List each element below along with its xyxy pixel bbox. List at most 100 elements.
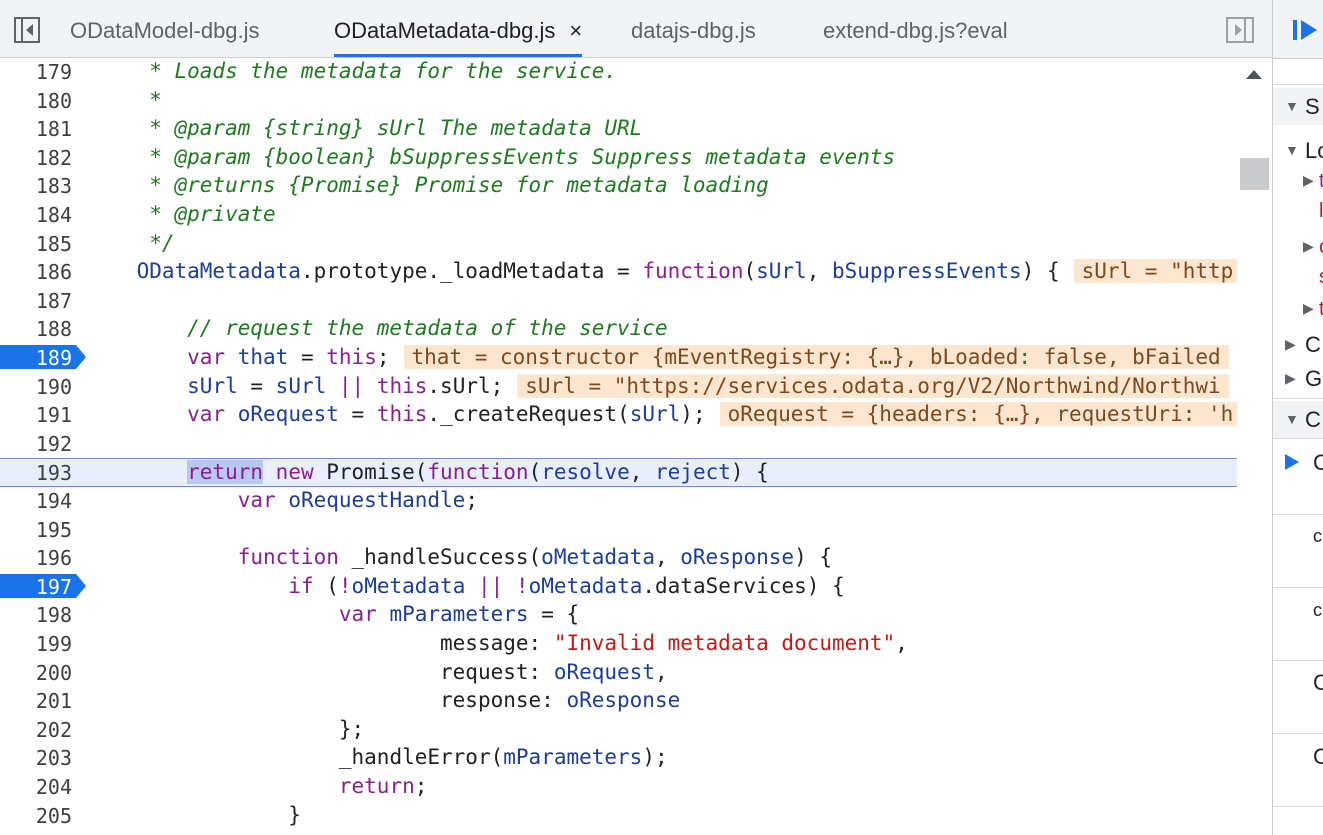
line-number[interactable]: 189: [0, 346, 80, 370]
line-number[interactable]: 190: [0, 375, 80, 399]
code-token: var: [237, 488, 276, 512]
scope-item-row[interactable]: ▶ o: [1273, 236, 1323, 258]
callstack-section-header[interactable]: ▼ C: [1273, 401, 1323, 438]
code-line[interactable]: 187: [0, 287, 1237, 316]
line-number[interactable]: 179: [0, 60, 80, 84]
line-number[interactable]: 182: [0, 146, 80, 170]
line-number[interactable]: 196: [0, 546, 80, 570]
code-line[interactable]: 183 * @returns {Promise} Promise for met…: [0, 172, 1237, 201]
code-token: ) {: [1021, 259, 1060, 284]
current-execution-line[interactable]: 193 return new Promise(function(resolve,…: [0, 458, 1237, 487]
code-token: ||: [465, 573, 516, 598]
line-number[interactable]: 185: [0, 232, 80, 256]
line-number[interactable]: 197: [0, 575, 80, 599]
code-line[interactable]: 196 function _handleSuccess(oMetadata, o…: [0, 544, 1237, 573]
code-line[interactable]: 200 request: oRequest,: [0, 659, 1237, 688]
line-number[interactable]: 198: [0, 603, 80, 627]
code-token: ;: [465, 488, 478, 512]
code-line[interactable]: 198 var mParameters = {: [0, 601, 1237, 630]
code-line[interactable]: 197 if (!oMetadata || !oMetadata.dataSer…: [0, 573, 1237, 602]
tab-extend[interactable]: extend-dbg.js?eval: [823, 0, 1008, 57]
line-number[interactable]: 195: [0, 518, 80, 542]
code-text: */: [86, 230, 175, 255]
code-line[interactable]: 185 */: [0, 230, 1237, 259]
closure-scope-row[interactable]: ▶ C: [1273, 332, 1323, 358]
code-line[interactable]: 181 * @param {string} sUrl The metadata …: [0, 115, 1237, 144]
tab-odatametadata[interactable]: ODataMetadata-dbg.js ×: [334, 0, 583, 57]
line-number[interactable]: 193: [0, 461, 80, 485]
code-line[interactable]: 190 sUrl = sUrl || this.sUrl; sUrl = "htt…: [0, 373, 1237, 402]
scope-item-row[interactable]: ▶ t: [1273, 298, 1323, 320]
code-text: return;: [86, 774, 428, 798]
line-number[interactable]: 204: [0, 775, 80, 799]
line-number[interactable]: 184: [0, 203, 80, 227]
line-number[interactable]: 203: [0, 746, 80, 770]
code-token: ;: [376, 345, 390, 369]
callstack-frame[interactable]: C: [1273, 744, 1323, 800]
global-scope-row[interactable]: ▶ Gl: [1273, 366, 1323, 392]
editor-scrollbar[interactable]: [1237, 58, 1272, 835]
line-number[interactable]: 186: [0, 260, 80, 284]
line-number[interactable]: 194: [0, 489, 80, 513]
callstack-frame[interactable]: C: [1273, 670, 1323, 726]
code-text: var oRequestHandle;: [86, 488, 478, 512]
scope-item-row[interactable]: ▶ t: [1273, 170, 1323, 192]
code-line[interactable]: 202 };: [0, 716, 1237, 745]
local-scope-row[interactable]: ▼ Lo: [1273, 137, 1323, 165]
line-number[interactable]: 202: [0, 718, 80, 742]
callstack-frame[interactable]: c: [1273, 524, 1323, 580]
code-text: // request the metadata of the service: [86, 316, 667, 340]
line-number[interactable]: 200: [0, 661, 80, 685]
code-line[interactable]: 203 _handleError(mParameters);: [0, 744, 1237, 773]
line-number[interactable]: 205: [0, 804, 80, 828]
toggle-navigator-icon[interactable]: [14, 17, 40, 43]
line-number[interactable]: 181: [0, 117, 80, 141]
code-line[interactable]: 188 // request the metadata of the servi…: [0, 315, 1237, 344]
code-editor[interactable]: 179 * Loads the metadata for the service…: [0, 58, 1237, 835]
doc-comment: */: [86, 230, 175, 255]
code-line[interactable]: 179 * Loads the metadata for the service…: [0, 58, 1237, 87]
code-line[interactable]: 189 var that = this; that = constructor {…: [0, 344, 1237, 373]
code-line[interactable]: 180 *: [0, 87, 1237, 116]
callstack-frame[interactable]: c: [1273, 598, 1323, 654]
code-token: var: [187, 402, 226, 427]
line-number[interactable]: 192: [0, 432, 80, 456]
code-line[interactable]: 182 * @param {boolean} bSuppressEvents S…: [0, 144, 1237, 173]
tab-label: extend-dbg.js?eval: [823, 18, 1008, 43]
scroll-up-icon[interactable]: [1246, 70, 1262, 79]
code-text: if (!oMetadata || !oMetadata.dataService…: [86, 573, 844, 598]
code-token: new: [275, 460, 314, 485]
line-number[interactable]: 191: [0, 403, 80, 427]
code-line[interactable]: 191 var oRequest = this._createRequest(s…: [0, 401, 1237, 430]
code-line[interactable]: 201 response: oResponse: [0, 687, 1237, 716]
code-token: oMetadata: [541, 545, 655, 570]
doc-comment: * Loads the metadata for the service.: [86, 59, 618, 83]
line-number[interactable]: 187: [0, 289, 80, 313]
code-line[interactable]: 205 }: [0, 802, 1237, 831]
line-number[interactable]: 183: [0, 174, 80, 198]
code-token: if: [288, 573, 314, 598]
tab-datajs[interactable]: datajs-dbg.js: [631, 0, 756, 57]
code-text: };: [86, 717, 364, 741]
line-number[interactable]: 180: [0, 89, 80, 113]
line-number[interactable]: 199: [0, 632, 80, 656]
code-token: };: [338, 716, 365, 741]
code-line[interactable]: 184 * @private: [0, 201, 1237, 230]
resume-icon[interactable]: [1293, 18, 1319, 42]
scrollbar-thumb[interactable]: [1240, 158, 1269, 190]
code-line[interactable]: 195: [0, 516, 1237, 545]
code-line[interactable]: 204 return;: [0, 773, 1237, 802]
doc-comment: * @param {boolean} bSuppressEvents Suppr…: [86, 144, 896, 169]
line-number[interactable]: 201: [0, 689, 80, 713]
scope-label: Lo: [1305, 138, 1323, 163]
line-number[interactable]: 188: [0, 317, 80, 341]
toggle-debugger-icon[interactable]: [1226, 17, 1254, 43]
close-tab-icon[interactable]: ×: [569, 18, 582, 43]
code-line[interactable]: 192: [0, 430, 1237, 459]
code-line[interactable]: 199 message: "Invalid metadata document"…: [0, 630, 1237, 659]
tab-odatamodel[interactable]: ODataModel-dbg.js: [70, 0, 260, 57]
code-line[interactable]: 194 var oRequestHandle;: [0, 487, 1237, 516]
scope-section-header[interactable]: ▼ S: [1273, 88, 1323, 125]
callstack-frame-current[interactable]: C: [1273, 448, 1323, 508]
code-line[interactable]: 186 ODataMetadata.prototype._loadMetadat…: [0, 258, 1237, 287]
